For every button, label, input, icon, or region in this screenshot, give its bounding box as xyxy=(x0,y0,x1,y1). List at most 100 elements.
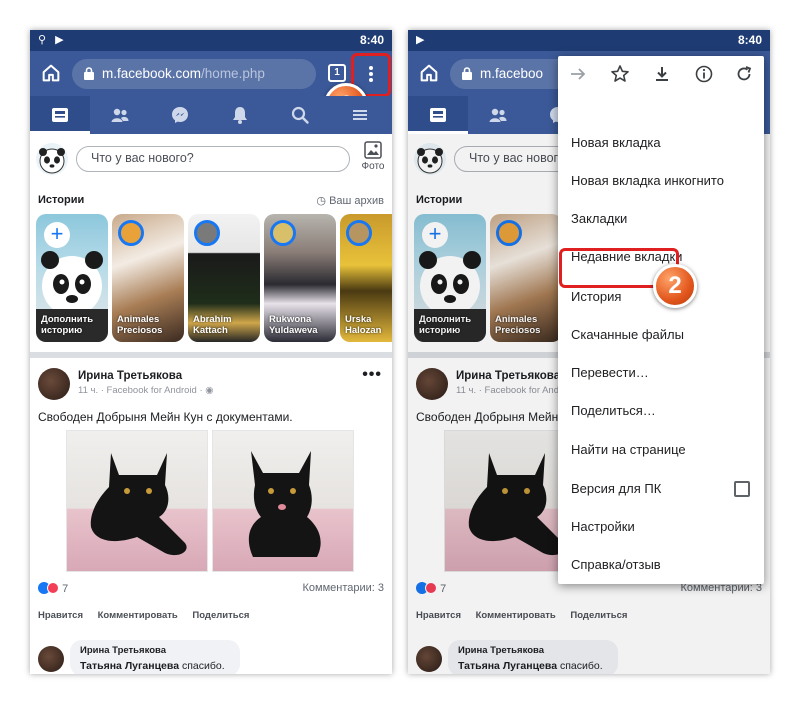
notification-icons: ▶ xyxy=(416,34,428,46)
home-icon[interactable] xyxy=(40,62,62,84)
nav-search[interactable] xyxy=(270,96,330,134)
comment-text: Татьяна Луганцева спасибо. xyxy=(80,660,225,672)
nav-messenger[interactable] xyxy=(150,96,210,134)
stories-title: Истории xyxy=(38,194,85,206)
post-composer: Что у вас нового? Фото xyxy=(30,134,392,187)
commenter-avatar[interactable] xyxy=(38,646,64,672)
menu-find-in-page[interactable]: Найти на странице xyxy=(558,431,764,469)
story-avatar xyxy=(346,220,372,246)
reactions[interactable]: 7 xyxy=(38,582,68,595)
author-avatar[interactable] xyxy=(38,368,70,400)
whats-new-input[interactable]: Что у вас нового? xyxy=(76,146,350,172)
friends-icon xyxy=(111,108,129,122)
menu-translate[interactable]: Перевести… xyxy=(558,354,764,392)
desktop-site-checkbox[interactable] xyxy=(734,481,750,497)
friends-icon xyxy=(489,108,507,122)
story-item[interactable]: Abrahim Kattach xyxy=(188,214,260,342)
comments-count[interactable]: Комментарии: 3 xyxy=(302,582,384,594)
story-avatar xyxy=(194,220,220,246)
facebook-nav-bar xyxy=(30,96,392,134)
nav-notifications[interactable] xyxy=(210,96,270,134)
more-options-icon[interactable]: ••• xyxy=(362,366,382,384)
browser-menu: Новая вкладка Новая вкладка инкогнито За… xyxy=(558,56,764,584)
notification-icons: ⚲ ▶ xyxy=(38,34,67,46)
photo-button[interactable]: Фото xyxy=(360,140,386,172)
post-photo[interactable] xyxy=(66,430,208,572)
post-meta: 11 ч. · Facebook for Android · ◉ xyxy=(78,385,214,396)
news-feed-icon xyxy=(430,108,446,122)
status-time: 8:40 xyxy=(359,33,384,47)
menu-new-tab[interactable]: Новая вкладка xyxy=(558,124,764,162)
comment-mention[interactable]: Татьяна Луганцева xyxy=(80,660,179,672)
screenshot-with-menu: ▶ 8:40 m.faceboo Что у вас нового? Истор… xyxy=(408,30,770,674)
nav-news-feed[interactable] xyxy=(30,96,90,134)
home-icon[interactable] xyxy=(418,62,440,84)
add-story-icon: + xyxy=(44,222,70,248)
comment-bubble: Ирина Третьякова Татьяна Луганцева спаси… xyxy=(70,640,240,674)
post-photo[interactable] xyxy=(212,430,354,572)
tabs-switcher-icon[interactable]: 1 xyxy=(328,64,346,82)
story-avatar xyxy=(118,220,144,246)
menu-bookmarks[interactable]: Закладки xyxy=(558,200,764,238)
star-icon[interactable] xyxy=(610,64,630,84)
post-actions: Нравится Комментировать Поделиться xyxy=(38,610,261,621)
feed-post: Ирина Третьякова 11 ч. · Facebook for An… xyxy=(30,358,392,674)
comment-author[interactable]: Ирина Третьякова xyxy=(80,645,166,656)
messenger-icon xyxy=(172,107,188,123)
like-button[interactable]: Нравится xyxy=(38,610,83,621)
comment-body: спасибо. xyxy=(179,660,225,672)
lock-icon xyxy=(462,67,472,80)
love-reaction-icon xyxy=(47,582,59,594)
clock-icon: ◷ xyxy=(316,195,330,207)
forward-icon[interactable] xyxy=(568,64,588,84)
archive-label: Ваш архив xyxy=(329,195,384,207)
story-item[interactable]: Animales Preciosos xyxy=(112,214,184,342)
search-icon xyxy=(291,106,309,124)
photo-icon xyxy=(364,141,382,159)
address-bar[interactable]: m.facebook.com/home.php xyxy=(72,59,316,89)
bell-icon xyxy=(233,107,247,124)
comment: Ирина Третьякова Татьяна Луганцева спаси… xyxy=(38,640,358,674)
story-label: Urska Halozan xyxy=(345,314,382,336)
post-author[interactable]: Ирина Третьякова xyxy=(78,370,182,382)
story-label: Animales Preciosos xyxy=(117,314,163,336)
download-icon[interactable] xyxy=(652,64,672,84)
reactions-count: 7 xyxy=(62,583,69,595)
menu-downloads[interactable]: Скачанные файлы xyxy=(558,316,764,354)
hamburger-icon xyxy=(353,110,367,120)
story-add[interactable]: + Дополнить историю xyxy=(36,214,108,342)
menu-toolbar xyxy=(558,56,764,94)
status-bar: ▶ 8:40 xyxy=(408,30,770,51)
screenshot-before-menu: ⚲ ▶ 8:40 m.facebook.com/home.php 1 1 xyxy=(30,30,392,674)
user-avatar[interactable] xyxy=(36,143,68,175)
story-item[interactable]: Urska Halozan xyxy=(340,214,392,342)
post-text: Свободен Добрыня Мейн Кун с документами. xyxy=(38,410,293,424)
comment-button[interactable]: Комментировать xyxy=(98,610,178,621)
step-badge-2: 2 xyxy=(653,264,697,308)
menu-new-incognito-tab[interactable]: Новая вкладка инкогнито xyxy=(558,162,764,200)
menu-settings[interactable]: Настройки xyxy=(558,508,764,546)
lock-icon xyxy=(84,67,94,80)
archive-link[interactable]: ◷ Ваш архив xyxy=(316,194,384,207)
news-feed-icon xyxy=(52,108,68,122)
menu-desktop-site[interactable]: Версия для ПК xyxy=(558,470,764,508)
url-text: m.faceboo xyxy=(480,66,544,81)
nav-friends[interactable] xyxy=(468,96,528,134)
story-label: Дополнить историю xyxy=(41,314,94,336)
status-bar: ⚲ ▶ 8:40 xyxy=(30,30,392,51)
nav-menu[interactable] xyxy=(330,96,390,134)
photo-label: Фото xyxy=(361,161,385,172)
share-button[interactable]: Поделиться xyxy=(192,610,249,621)
info-icon[interactable] xyxy=(694,64,714,84)
nav-news-feed[interactable] xyxy=(408,96,468,134)
story-label: Abrahim Kattach xyxy=(193,314,232,336)
story-item[interactable]: Rukwona Yuldaweva xyxy=(264,214,336,342)
story-label: Rukwona Yuldaweva xyxy=(269,314,318,336)
menu-help-feedback[interactable]: Справка/отзыв xyxy=(558,546,764,584)
stories-section: Истории ◷ Ваш архив + Дополнить историю … xyxy=(30,186,392,358)
nav-friends[interactable] xyxy=(90,96,150,134)
story-avatar xyxy=(270,220,296,246)
menu-share[interactable]: Поделиться… xyxy=(558,392,764,430)
url-text: m.facebook.com/home.php xyxy=(102,66,265,81)
reload-icon[interactable] xyxy=(734,64,754,84)
